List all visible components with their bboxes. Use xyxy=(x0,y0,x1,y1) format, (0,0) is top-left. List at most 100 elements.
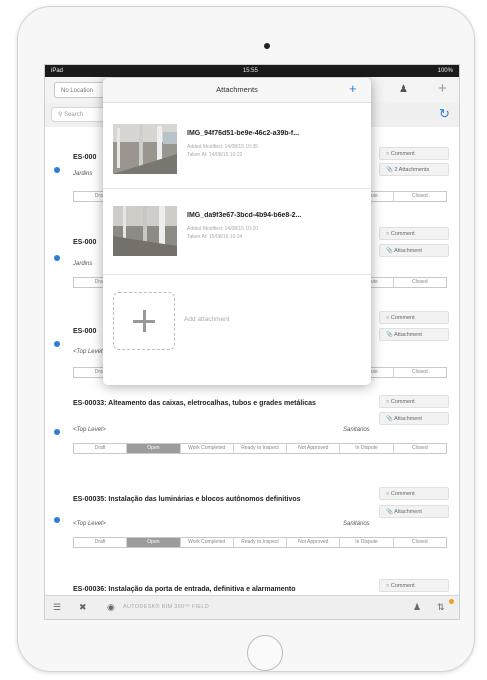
comment-button[interactable]: ○ Comment xyxy=(379,227,449,240)
search-icon: ⚲ xyxy=(58,112,63,118)
attachments-popover: Attachments + IMG_94f76d51-be9e-46c2-a39… xyxy=(103,78,371,385)
status-closed[interactable]: Closed xyxy=(394,368,446,377)
battery-label: 100% xyxy=(437,68,453,74)
comment-button[interactable]: ○ Comment xyxy=(379,579,449,592)
front-camera xyxy=(264,43,270,49)
add-attachment-icon[interactable]: + xyxy=(349,81,357,96)
bottom-toolbar: ☰ ✖ ◉ AUTODESK® BIM 360™ FIELD ♟ ⇅ xyxy=(45,595,459,619)
attachment-taken: Taken At: 15/08/15 10:24 xyxy=(187,234,243,240)
issue-title: ES-00035: Instalação das luminárias e bl… xyxy=(73,496,301,503)
unread-indicator xyxy=(54,255,60,261)
comment-button[interactable]: ○ Comment xyxy=(379,487,449,500)
status-not-approved[interactable]: Not Approved xyxy=(287,444,341,453)
add-attachment-label: Add attachment xyxy=(184,316,230,323)
issue-location: <Top Level> xyxy=(73,349,106,355)
attachment-label: 2 Attachments xyxy=(394,167,430,173)
attachment-taken: Taken At: 14/08/15 10:22 xyxy=(187,152,243,158)
comment-label: Comment xyxy=(390,399,415,405)
attachment-name: IMG_da9f3e67-3bcd-4b94-b6e8-2... xyxy=(187,212,302,219)
attachment-item[interactable]: IMG_94f76d51-be9e-46c2-a39b-f... Added M… xyxy=(103,102,371,189)
status-in-dispute[interactable]: In Dispute xyxy=(340,444,394,453)
status-bar: iPad 15:55 100% xyxy=(45,65,459,77)
attachment-label: Attachment xyxy=(394,416,422,422)
status-in-dispute[interactable]: In Dispute xyxy=(340,538,394,547)
comment-button[interactable]: ○ Comment xyxy=(379,147,449,160)
comment-icon: ○ xyxy=(386,399,390,405)
sync-icon[interactable]: ⇅ xyxy=(437,602,445,613)
status-selector: Draft Open Work Completed Ready to Inspe… xyxy=(73,443,447,454)
issue-title: ES-00036: Instalação da porta de entrada… xyxy=(73,586,296,593)
status-ready-to-inspect[interactable]: Ready to Inspect xyxy=(234,538,288,547)
attachment-label: Attachment xyxy=(394,332,422,338)
status-closed[interactable]: Closed xyxy=(394,444,446,453)
add-icon[interactable]: + xyxy=(438,80,447,97)
status-draft[interactable]: Draft xyxy=(74,538,128,547)
attachment-thumbnail xyxy=(113,124,177,174)
refresh-icon[interactable]: ↻ xyxy=(439,106,450,122)
paperclip-icon: 📎 xyxy=(386,332,393,338)
person-icon[interactable]: ♟ xyxy=(399,84,408,95)
unread-indicator xyxy=(54,517,60,523)
status-work-completed[interactable]: Work Completed xyxy=(181,444,234,453)
app-screen: iPad 15:55 100% No Location ♟ + ⚲ Search… xyxy=(44,64,460,620)
status-closed[interactable]: Closed xyxy=(394,278,446,287)
paperclip-icon: 📎 xyxy=(386,248,393,254)
attachment-button[interactable]: 📎 Attachment xyxy=(379,505,449,518)
comment-icon: ○ xyxy=(386,231,390,237)
issue-location: Jardins xyxy=(73,261,93,267)
attachment-button[interactable]: 📎 Attachment xyxy=(379,412,449,425)
status-work-completed[interactable]: Work Completed xyxy=(181,538,234,547)
comment-label: Comment xyxy=(390,315,415,321)
status-closed[interactable]: Closed xyxy=(394,538,446,547)
comment-label: Comment xyxy=(390,151,415,157)
add-attachment-button[interactable] xyxy=(113,292,175,350)
comment-icon: ○ xyxy=(386,583,390,589)
status-not-approved[interactable]: Not Approved xyxy=(287,538,341,547)
search-input[interactable]: ⚲ Search xyxy=(51,107,111,122)
issue-location: Jardins xyxy=(73,171,93,177)
attachment-name: IMG_94f76d51-be9e-46c2-a39b-f... xyxy=(187,130,300,137)
comment-icon: ○ xyxy=(386,151,390,157)
attachment-item[interactable]: IMG_da9f3e67-3bcd-4b94-b6e8-2... Added M… xyxy=(103,188,371,275)
attachment-added: Added Modified: 14/08/15 10:35 xyxy=(187,144,258,150)
comment-icon: ○ xyxy=(386,491,390,497)
status-closed[interactable]: Closed xyxy=(394,192,446,201)
issue-title: ES-00033: Alteamento das caixas, eletroc… xyxy=(73,400,316,407)
camera-icon[interactable]: ◉ xyxy=(107,602,115,613)
carrier-label: iPad xyxy=(51,68,64,74)
comment-icon: ○ xyxy=(386,315,390,321)
attachment-label: Attachment xyxy=(394,509,422,515)
status-selector: Draft Open Work Completed Ready to Inspe… xyxy=(73,537,447,548)
attachment-button[interactable]: 📎 2 Attachments xyxy=(379,163,449,176)
attachment-button[interactable]: 📎 Attachment xyxy=(379,244,449,257)
menu-icon[interactable]: ☰ xyxy=(53,602,61,613)
person-icon[interactable]: ♟ xyxy=(413,602,421,613)
issue-location: <Top Level> xyxy=(73,427,106,433)
status-ready-to-inspect[interactable]: Ready to Inspect xyxy=(234,444,288,453)
issue-assignee: Sanitários xyxy=(343,521,370,527)
notification-badge xyxy=(449,599,454,604)
comment-label: Comment xyxy=(390,583,415,589)
comment-button[interactable]: ○ Comment xyxy=(379,311,449,324)
status-open[interactable]: Open xyxy=(127,538,181,547)
attachment-thumbnail xyxy=(113,206,177,256)
issue-assignee: Sanitários xyxy=(343,427,370,433)
issue-row[interactable]: ES-00036: Instalação da porta de entrada… xyxy=(45,565,459,595)
attachment-label: Attachment xyxy=(394,248,422,254)
search-placeholder: Search xyxy=(64,112,84,118)
brand-label: AUTODESK® BIM 360™ FIELD xyxy=(123,604,210,610)
status-open[interactable]: Open xyxy=(127,444,181,453)
tools-icon[interactable]: ✖ xyxy=(79,602,87,613)
paperclip-icon: 📎 xyxy=(386,416,393,422)
popover-title: Attachments xyxy=(216,85,258,94)
attachment-button[interactable]: 📎 Attachment xyxy=(379,328,449,341)
paperclip-icon: 📎 xyxy=(386,509,393,515)
home-button[interactable] xyxy=(247,635,283,671)
issue-row[interactable]: ES-00033: Alteamento das caixas, eletroc… xyxy=(45,387,459,479)
unread-indicator xyxy=(54,341,60,347)
status-draft[interactable]: Draft xyxy=(74,444,128,453)
comment-button[interactable]: ○ Comment xyxy=(379,395,449,408)
comment-label: Comment xyxy=(390,491,415,497)
issue-row[interactable]: ES-00035: Instalação das luminárias e bl… xyxy=(45,475,459,569)
unread-indicator xyxy=(54,429,60,435)
